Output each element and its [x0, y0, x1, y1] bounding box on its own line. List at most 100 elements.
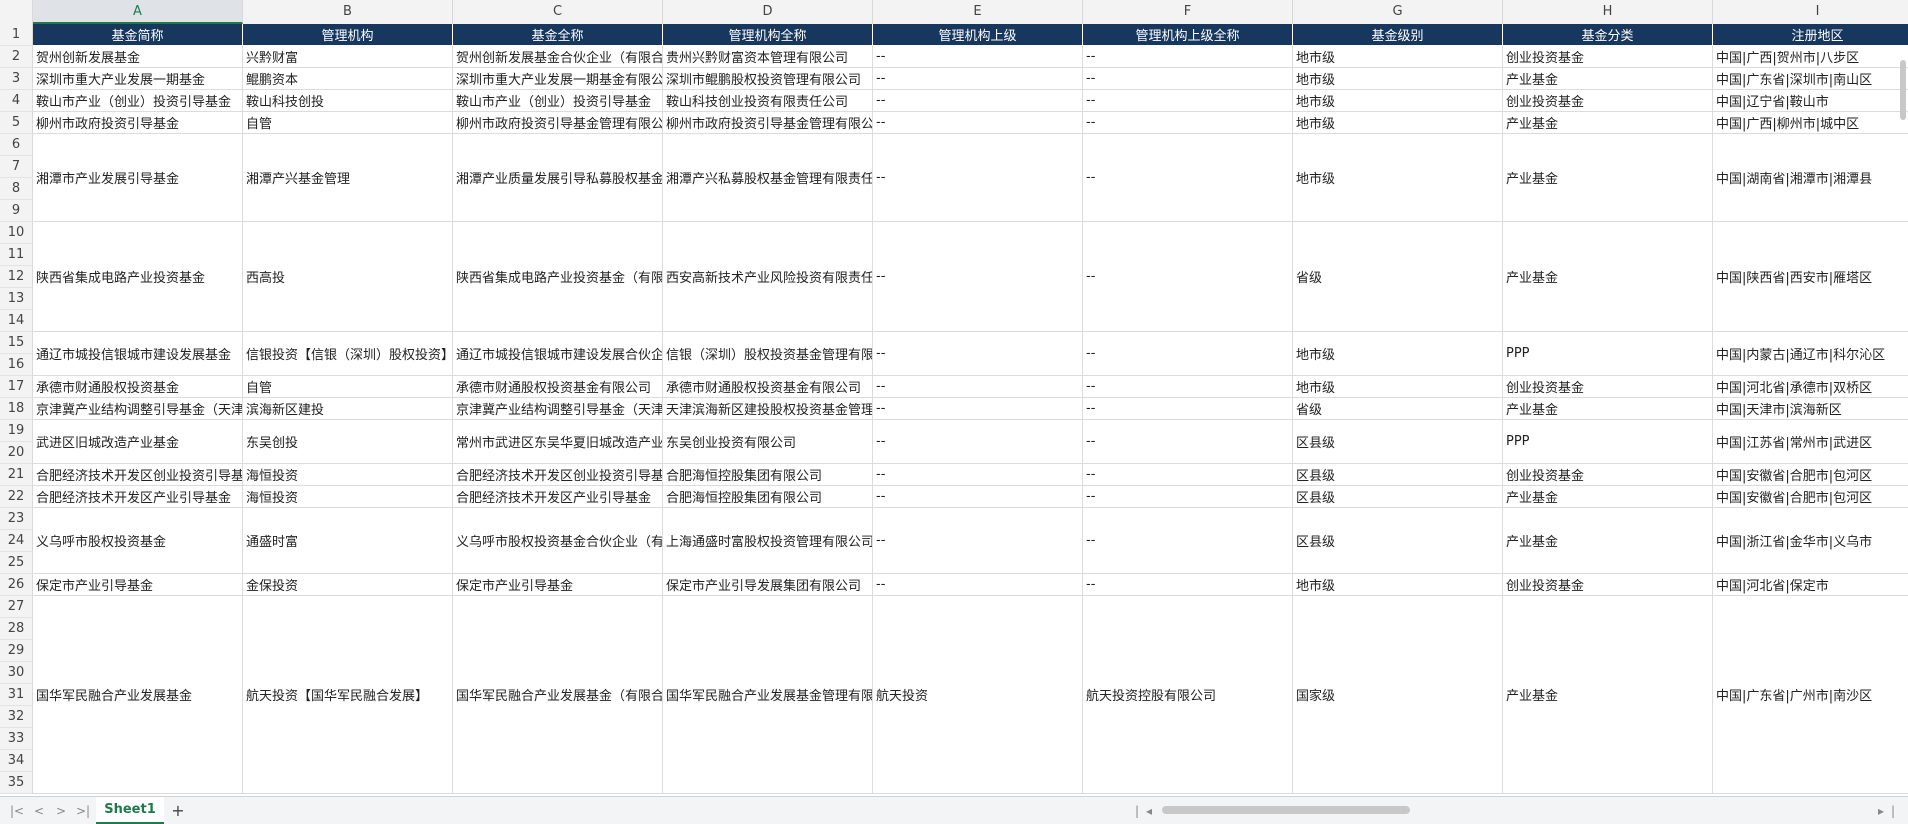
cell-d[interactable]: 柳州市政府投资引导基金管理有限公 — [663, 112, 873, 133]
cell-g[interactable]: 地市级 — [1293, 574, 1503, 595]
header-cell-i[interactable]: 注册地区 — [1713, 24, 1908, 45]
header-cell-c[interactable]: 基金全称 — [453, 24, 663, 45]
cell-b[interactable]: 西高投 — [243, 222, 453, 331]
cell-g[interactable]: 省级 — [1293, 222, 1503, 331]
cell-c[interactable]: 鞍山市产业（创业）投资引导基金 — [453, 90, 663, 111]
cell-i[interactable]: 中国|广西|贺州市|八步区 — [1713, 46, 1908, 67]
row-header[interactable]: 24 — [0, 530, 33, 552]
cell-h[interactable]: 产业基金 — [1503, 112, 1713, 133]
cell-f[interactable]: -- — [1083, 574, 1293, 595]
cell-b[interactable]: 东吴创投 — [243, 420, 453, 463]
cell-a[interactable]: 合肥经济技术开发区创业投资引导基 — [33, 464, 243, 485]
cell-h[interactable]: PPP — [1503, 420, 1713, 463]
cell-h[interactable]: PPP — [1503, 332, 1713, 375]
header-cell-f[interactable]: 管理机构上级全称 — [1083, 24, 1293, 45]
cell-f[interactable]: -- — [1083, 46, 1293, 67]
cell-d[interactable]: 深圳市鲲鹏股权投资管理有限公司 — [663, 68, 873, 89]
cell-i[interactable]: 中国|浙江省|金华市|义乌市 — [1713, 508, 1908, 573]
row-header[interactable]: 29 — [0, 640, 33, 662]
cell-b[interactable]: 海恒投资 — [243, 464, 453, 485]
cell-c[interactable]: 合肥经济技术开发区创业投资引导基 — [453, 464, 663, 485]
cell-h[interactable]: 产业基金 — [1503, 222, 1713, 331]
row-header[interactable]: 19 — [0, 420, 33, 442]
cell-e[interactable]: -- — [873, 46, 1083, 67]
cell-h[interactable]: 创业投资基金 — [1503, 464, 1713, 485]
cell-g[interactable]: 地市级 — [1293, 332, 1503, 375]
cell-d[interactable]: 湘潭产兴私募股权基金管理有限责任 — [663, 134, 873, 221]
header-cell-g[interactable]: 基金级别 — [1293, 24, 1503, 45]
cell-i[interactable]: 中国|广东省|深圳市|南山区 — [1713, 68, 1908, 89]
cell-c[interactable]: 保定市产业引导基金 — [453, 574, 663, 595]
cell-b[interactable]: 自管 — [243, 376, 453, 397]
cell-b[interactable]: 滨海新区建投 — [243, 398, 453, 419]
row-header[interactable]: 10 — [0, 222, 33, 244]
cell-f[interactable]: 航天投资控股有限公司 — [1083, 596, 1293, 793]
row-header[interactable]: 32 — [0, 706, 33, 728]
row-header[interactable]: 14 — [0, 310, 33, 332]
row-header[interactable]: 30 — [0, 662, 33, 684]
cell-c[interactable]: 常州市武进区东吴华夏旧城改造产业 — [453, 420, 663, 463]
header-cell-d[interactable]: 管理机构全称 — [663, 24, 873, 45]
row-header[interactable]: 18 — [0, 398, 33, 420]
select-all-corner[interactable] — [0, 0, 33, 24]
header-cell-h[interactable]: 基金分类 — [1503, 24, 1713, 45]
vertical-scrollbar-thumb[interactable] — [1900, 60, 1906, 120]
row-header[interactable]: 22 — [0, 486, 33, 508]
row-header[interactable]: 6 — [0, 134, 33, 156]
cell-b[interactable]: 通盛时富 — [243, 508, 453, 573]
cell-g[interactable]: 地市级 — [1293, 134, 1503, 221]
cell-i[interactable]: 中国|广西|柳州市|城中区 — [1713, 112, 1908, 133]
cell-h[interactable]: 产业基金 — [1503, 68, 1713, 89]
cell-f[interactable]: -- — [1083, 420, 1293, 463]
column-header-e[interactable]: E — [873, 0, 1083, 24]
cell-a[interactable]: 鞍山市产业（创业）投资引导基金 — [33, 90, 243, 111]
row-header[interactable]: 25 — [0, 552, 33, 574]
row-header[interactable]: 2 — [0, 46, 33, 68]
cell-d[interactable]: 承德市财通股权投资基金有限公司 — [663, 376, 873, 397]
cell-a[interactable]: 承德市财通股权投资基金 — [33, 376, 243, 397]
cell-g[interactable]: 地市级 — [1293, 376, 1503, 397]
cell-c[interactable]: 承德市财通股权投资基金有限公司 — [453, 376, 663, 397]
cell-b[interactable]: 金保投资 — [243, 574, 453, 595]
cell-c[interactable]: 京津冀产业结构调整引导基金（天津 — [453, 398, 663, 419]
row-header[interactable]: 31 — [0, 684, 33, 706]
cell-h[interactable]: 产业基金 — [1503, 508, 1713, 573]
row-header[interactable]: 23 — [0, 508, 33, 530]
row-header[interactable]: 33 — [0, 728, 33, 750]
cell-h[interactable]: 产业基金 — [1503, 398, 1713, 419]
cell-d[interactable]: 保定市产业引导发展集团有限公司 — [663, 574, 873, 595]
cell-i[interactable]: 中国|广东省|广州市|南沙区 — [1713, 596, 1908, 793]
cell-f[interactable]: -- — [1083, 464, 1293, 485]
cell-d[interactable]: 西安高新技术产业风险投资有限责任 — [663, 222, 873, 331]
cell-h[interactable]: 产业基金 — [1503, 134, 1713, 221]
cell-a[interactable]: 柳州市政府投资引导基金 — [33, 112, 243, 133]
row-header[interactable]: 8 — [0, 178, 33, 200]
column-header-h[interactable]: H — [1503, 0, 1713, 24]
cell-c[interactable]: 义乌呼市股权投资基金合伙企业（有 — [453, 508, 663, 573]
cell-f[interactable]: -- — [1083, 222, 1293, 331]
column-header-c[interactable]: C — [453, 0, 663, 24]
row-header[interactable]: 17 — [0, 376, 33, 398]
cell-c[interactable]: 柳州市政府投资引导基金管理有限公 — [453, 112, 663, 133]
cell-b[interactable]: 航天投资【国华军民融合发展】 — [243, 596, 453, 793]
cell-c[interactable]: 合肥经济技术开发区产业引导基金 — [453, 486, 663, 507]
cell-b[interactable]: 湘潭产兴基金管理 — [243, 134, 453, 221]
cell-e[interactable]: -- — [873, 332, 1083, 375]
cell-b[interactable]: 兴黔财富 — [243, 46, 453, 67]
cell-e[interactable]: -- — [873, 464, 1083, 485]
cell-e[interactable]: -- — [873, 112, 1083, 133]
row-header[interactable]: 12 — [0, 266, 33, 288]
cell-b[interactable]: 鲲鹏资本 — [243, 68, 453, 89]
cell-f[interactable]: -- — [1083, 486, 1293, 507]
cell-c[interactable]: 深圳市重大产业发展一期基金有限公 — [453, 68, 663, 89]
row-header[interactable]: 15 — [0, 332, 33, 354]
cell-f[interactable]: -- — [1083, 68, 1293, 89]
cell-d[interactable]: 合肥海恒控股集团有限公司 — [663, 486, 873, 507]
cell-f[interactable]: -- — [1083, 134, 1293, 221]
column-header-g[interactable]: G — [1293, 0, 1503, 24]
cell-g[interactable]: 地市级 — [1293, 112, 1503, 133]
cell-c[interactable]: 陕西省集成电路产业投资基金（有限 — [453, 222, 663, 331]
header-cell-a[interactable]: 基金简称 — [33, 24, 243, 45]
cell-e[interactable]: 航天投资 — [873, 596, 1083, 793]
cell-i[interactable]: 中国|湖南省|湘潭市|湘潭县 — [1713, 134, 1908, 221]
